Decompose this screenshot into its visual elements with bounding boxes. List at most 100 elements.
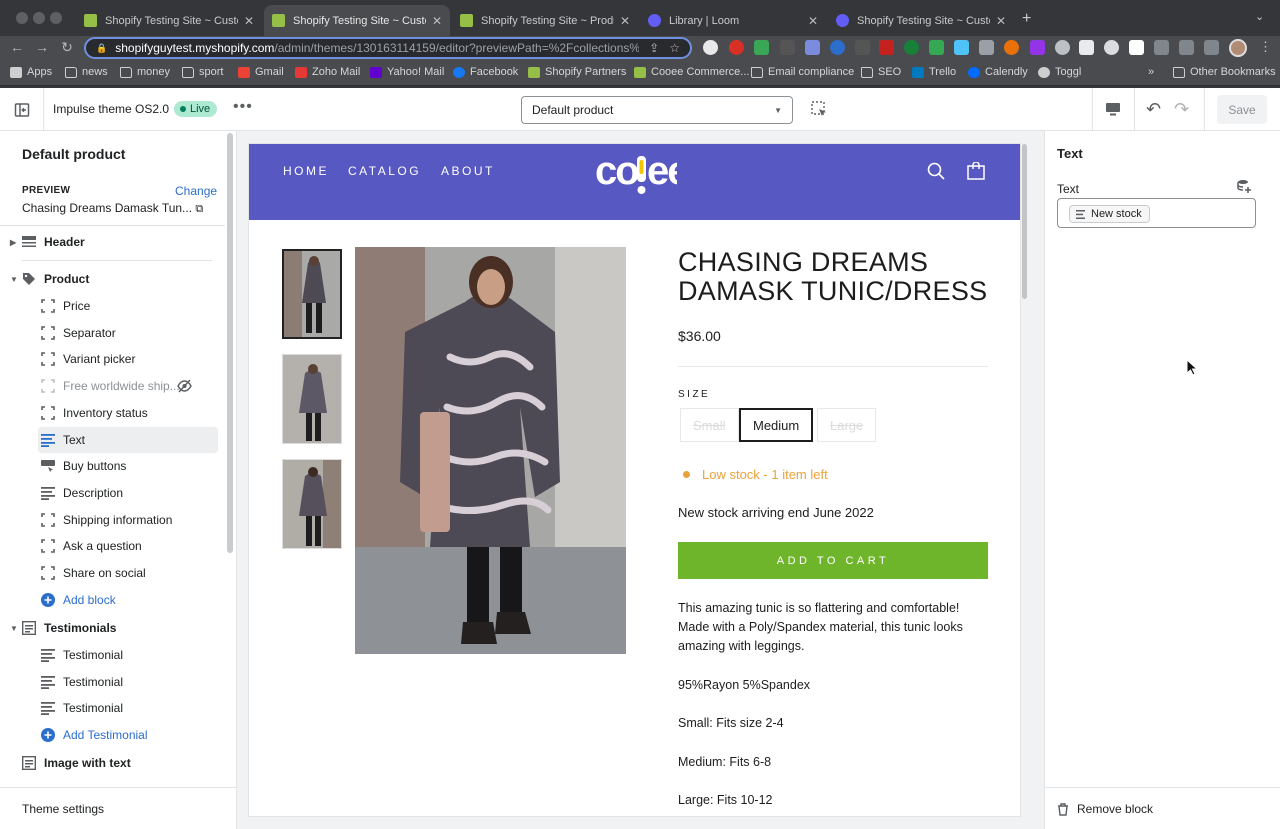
product-thumbnail[interactable] bbox=[282, 354, 342, 444]
preview-scrollbar[interactable] bbox=[1022, 144, 1027, 299]
product-thumbnail[interactable] bbox=[282, 249, 342, 339]
extension-icon[interactable] bbox=[703, 40, 718, 55]
size-option-small[interactable]: Small bbox=[680, 408, 739, 442]
block-description[interactable]: Description bbox=[0, 480, 225, 506]
extension-icon[interactable] bbox=[830, 40, 845, 55]
block-buy-buttons[interactable]: Buy buttons bbox=[0, 453, 225, 479]
sidebar-scrollbar[interactable] bbox=[227, 133, 233, 553]
collapse-arrow-icon[interactable]: ▼ bbox=[10, 275, 18, 284]
expand-arrow-icon[interactable]: ▶ bbox=[10, 238, 16, 247]
extension-icon[interactable] bbox=[855, 40, 870, 55]
product-main-image[interactable] bbox=[355, 247, 626, 654]
add-to-cart-button[interactable]: ADD TO CART bbox=[678, 542, 988, 579]
extension-icon[interactable] bbox=[879, 40, 894, 55]
browser-tab[interactable]: Library | Loom ✕ bbox=[640, 5, 826, 36]
new-tab-icon[interactable]: + bbox=[1022, 10, 1031, 28]
bookmark-star-icon[interactable]: ☆ bbox=[669, 41, 680, 55]
section-testimonials[interactable]: ▼ Testimonials bbox=[0, 615, 225, 641]
window-close-button[interactable] bbox=[16, 12, 28, 24]
reading-list-icon[interactable] bbox=[1179, 40, 1194, 55]
block-text-selected[interactable]: Text bbox=[38, 427, 218, 453]
nav-catalog-link[interactable]: CATALOG bbox=[348, 164, 421, 178]
back-arrow-icon[interactable]: ← bbox=[8, 39, 26, 55]
extension-icon[interactable] bbox=[729, 40, 744, 55]
browser-tab[interactable]: Shopify Testing Site ~ Customi ✕ bbox=[76, 5, 262, 36]
bookmark-news[interactable]: news bbox=[65, 66, 108, 78]
size-option-medium[interactable]: Medium bbox=[739, 408, 814, 442]
tab-search-chevron-icon[interactable]: ⌄ bbox=[1255, 10, 1264, 23]
nav-home-link[interactable]: HOME bbox=[283, 164, 329, 178]
save-button[interactable]: Save bbox=[1217, 95, 1267, 124]
bookmark-apps[interactable]: Apps bbox=[10, 66, 52, 78]
window-zoom-button[interactable] bbox=[50, 12, 62, 24]
bookmark-cooee[interactable]: Cooee Commerce... bbox=[634, 66, 749, 78]
extension-icon[interactable] bbox=[1055, 40, 1070, 55]
block-free-shipping[interactable]: Free worldwide ship... bbox=[0, 373, 225, 399]
bookmark-email-compliance[interactable]: Email compliance bbox=[751, 66, 854, 78]
tab-close-icon[interactable]: ✕ bbox=[432, 14, 442, 28]
extension-icon[interactable] bbox=[1030, 40, 1045, 55]
bookmark-toggl[interactable]: Toggl bbox=[1038, 66, 1081, 78]
block-ask-question[interactable]: Ask a question bbox=[0, 533, 225, 559]
block-testimonial[interactable]: Testimonial bbox=[0, 669, 225, 695]
tab-close-icon[interactable]: ✕ bbox=[244, 14, 254, 28]
share-icon[interactable]: ⇪ bbox=[649, 41, 659, 55]
bookmark-money[interactable]: money bbox=[120, 66, 170, 78]
address-bar[interactable]: 🔒 shopifyguytest.myshopify.com/admin/the… bbox=[84, 37, 692, 59]
bookmark-calendly[interactable]: Calendly bbox=[968, 66, 1028, 78]
change-preview-link[interactable]: Change bbox=[175, 184, 217, 198]
undo-icon[interactable]: ↶ bbox=[1146, 99, 1161, 120]
bookmark-seo[interactable]: SEO bbox=[861, 66, 901, 78]
product-thumbnail[interactable] bbox=[282, 459, 342, 549]
extension-icon[interactable] bbox=[754, 40, 769, 55]
bookmark-facebook[interactable]: Facebook bbox=[453, 66, 518, 78]
cooee-logo[interactable]: co ee bbox=[595, 148, 677, 198]
section-product[interactable]: ▼ Product bbox=[0, 266, 225, 292]
browser-tab[interactable]: Shopify Testing Site ~ Product ✕ bbox=[452, 5, 638, 36]
preview-product-link[interactable]: Chasing Dreams Damask Tun... ⧉ bbox=[22, 201, 203, 216]
side-panel-icon[interactable] bbox=[1204, 40, 1219, 55]
browser-menu-icon[interactable]: ⋮ bbox=[1259, 39, 1272, 55]
eye-hidden-icon[interactable] bbox=[177, 379, 192, 393]
block-share-social[interactable]: Share on social bbox=[0, 560, 225, 586]
add-block-button[interactable]: Add block bbox=[0, 587, 225, 613]
search-icon[interactable] bbox=[927, 162, 945, 180]
block-testimonial[interactable]: Testimonial bbox=[0, 642, 225, 668]
extension-icon[interactable] bbox=[1104, 40, 1119, 55]
bookmark-shopify-partners[interactable]: Shopify Partners bbox=[528, 66, 626, 78]
more-actions-icon[interactable]: ••• bbox=[233, 98, 253, 116]
window-minimize-button[interactable] bbox=[33, 12, 45, 24]
remove-block-button[interactable]: Remove block bbox=[1057, 802, 1153, 816]
bookmark-yahoo[interactable]: Yahoo! Mail bbox=[370, 66, 444, 78]
inspector-select-icon[interactable] bbox=[811, 101, 828, 118]
extension-icon[interactable] bbox=[780, 40, 795, 55]
theme-settings-button[interactable]: Theme settings bbox=[0, 787, 236, 829]
exit-editor-icon[interactable] bbox=[14, 102, 30, 118]
block-shipping-information[interactable]: Shipping information bbox=[0, 507, 225, 533]
extension-icon[interactable] bbox=[1079, 40, 1094, 55]
browser-tab-active[interactable]: Shopify Testing Site ~ Customi ✕ bbox=[264, 5, 450, 36]
block-separator[interactable]: Separator bbox=[0, 320, 225, 346]
reload-icon[interactable]: ↻ bbox=[58, 39, 76, 56]
tab-close-icon[interactable]: ✕ bbox=[808, 14, 818, 28]
block-price[interactable]: Price bbox=[0, 293, 225, 319]
extension-icon[interactable] bbox=[1129, 40, 1144, 55]
dynamic-source-icon[interactable] bbox=[1237, 179, 1252, 194]
text-value-pill[interactable]: New stock bbox=[1069, 205, 1150, 223]
block-inventory-status[interactable]: Inventory status bbox=[0, 400, 225, 426]
block-variant-picker[interactable]: Variant picker bbox=[0, 346, 225, 372]
bookmark-other[interactable]: Other Bookmarks bbox=[1173, 66, 1276, 78]
extension-icon[interactable] bbox=[954, 40, 969, 55]
extension-icon[interactable] bbox=[904, 40, 919, 55]
nav-about-link[interactable]: ABOUT bbox=[441, 164, 495, 178]
bookmark-trello[interactable]: Trello bbox=[912, 66, 956, 78]
block-testimonial[interactable]: Testimonial bbox=[0, 695, 225, 721]
extension-icon[interactable] bbox=[929, 40, 944, 55]
size-option-large[interactable]: Large bbox=[817, 408, 877, 442]
desktop-preview-icon[interactable] bbox=[1105, 101, 1121, 117]
text-field[interactable]: New stock bbox=[1057, 198, 1256, 228]
tab-close-icon[interactable]: ✕ bbox=[620, 14, 630, 28]
profile-avatar[interactable] bbox=[1229, 39, 1247, 57]
extension-icon[interactable] bbox=[805, 40, 820, 55]
forward-arrow-icon[interactable]: → bbox=[33, 39, 51, 55]
